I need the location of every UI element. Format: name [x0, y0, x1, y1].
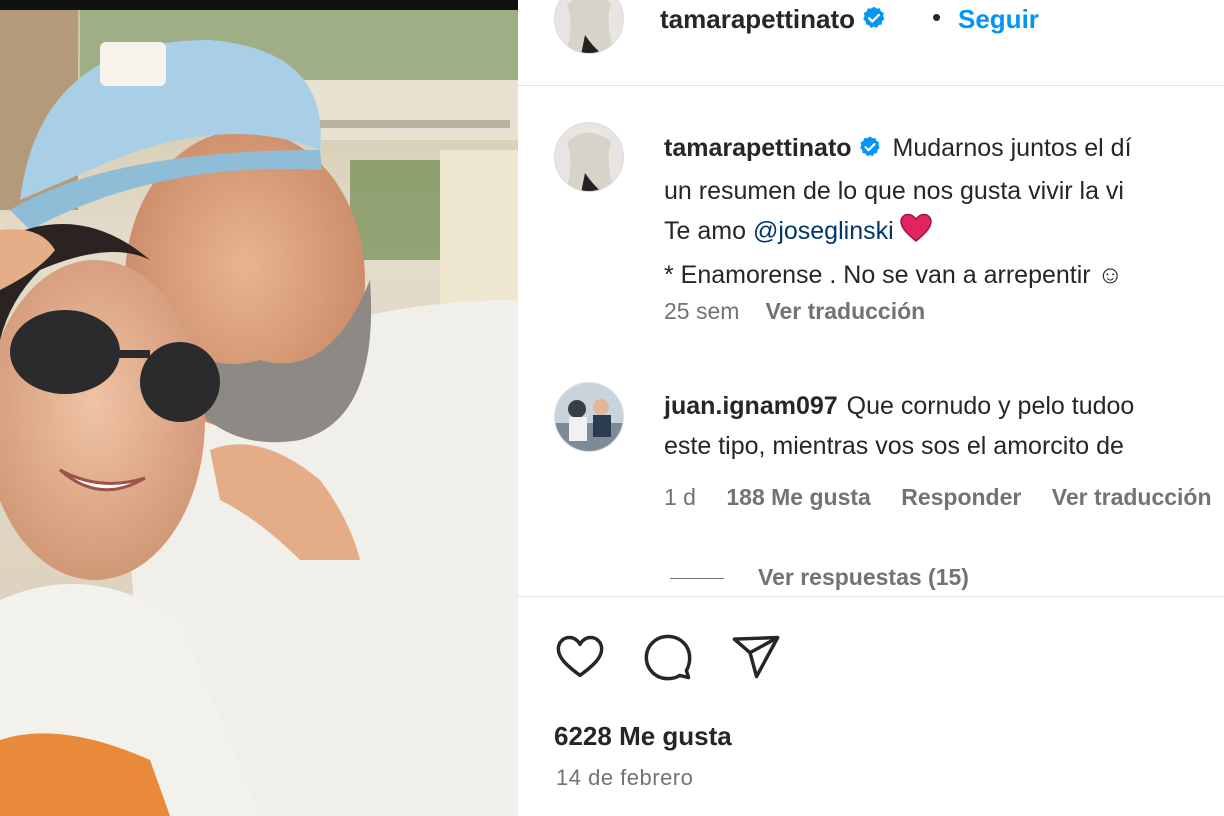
caption-line-4: * Enamorense . No se van a arrepentir ☺ — [664, 261, 1124, 289]
follow-button[interactable]: Seguir — [958, 4, 1039, 35]
replies-divider-line — [670, 578, 724, 580]
post-date: 14 de febrero — [556, 765, 694, 790]
caption-author-username[interactable]: tamarapettinato — [664, 134, 852, 162]
comment-line-1: juan.ignam097 Que cornudo y pelo tudoo — [664, 386, 1134, 426]
caption-line-2: un resumen de lo que nos gusta vivir la … — [664, 177, 1124, 205]
comment-text-start: Que cornudo y pelo tudoo — [846, 392, 1135, 420]
comment-meta: 1 d 188 Me gusta Responder Ver traducció… — [664, 484, 1224, 511]
caption-text: tamarapettinato Mudarnos juntos el dí un… — [664, 128, 1224, 295]
heart-icon[interactable] — [554, 631, 606, 683]
caption-text-start: Mudarnos juntos el dí — [892, 134, 1132, 162]
couple-selfie-illustration — [0, 0, 518, 816]
post-actions: 6228 Me gusta 14 de febrero — [518, 596, 1224, 816]
red-heart-emoji — [899, 213, 932, 255]
author-username[interactable]: tamarapettinato — [660, 4, 855, 34]
separator-dot: • — [932, 2, 942, 32]
author-name-row: tamarapettinato — [660, 4, 887, 36]
caption-love-text: Te amo — [664, 217, 753, 245]
paper-plane-icon[interactable] — [730, 631, 782, 683]
commenter-avatar[interactable] — [554, 382, 624, 452]
caption-author-avatar[interactable] — [554, 122, 624, 192]
comment-text: juan.ignam097 Que cornudo y pelo tudoo e… — [664, 386, 1134, 466]
caption-translate-link[interactable]: Ver traducción — [765, 298, 925, 324]
caption-line-3: Te amo @joseglinski — [664, 211, 1224, 255]
caption-meta: 25 sem Ver traducción — [664, 298, 925, 325]
author-avatar[interactable] — [554, 0, 624, 54]
view-replies-button[interactable]: Ver respuestas (15) — [670, 564, 969, 591]
post-header: tamarapettinato • Seguir — [518, 0, 1224, 86]
view-replies-label: Ver respuestas (15) — [758, 564, 969, 590]
verified-badge-icon — [858, 131, 882, 171]
post-photo — [0, 0, 518, 816]
comment-likes[interactable]: 188 Me gusta — [726, 484, 870, 510]
comment-line-2: este tipo, mientras vos sos el amorcito … — [664, 432, 1124, 460]
comment-translate-link[interactable]: Ver traducción — [1052, 484, 1212, 510]
post-side-panel: tamarapettinato • Seguir tamarapettinato… — [518, 0, 1224, 816]
verified-badge-icon — [861, 5, 887, 36]
caption-age: 25 sem — [664, 298, 740, 324]
comment-age: 1 d — [664, 484, 696, 510]
reply-button[interactable]: Responder — [901, 484, 1021, 510]
mention-link[interactable]: @joseglinski — [753, 217, 894, 245]
comment-bubble-icon[interactable] — [642, 631, 694, 683]
caption-line-1: tamarapettinato Mudarnos juntos el dí — [664, 128, 1224, 171]
commenter-username[interactable]: juan.ignam097 — [664, 392, 838, 420]
post-like-count[interactable]: 6228 Me gusta — [554, 721, 732, 752]
